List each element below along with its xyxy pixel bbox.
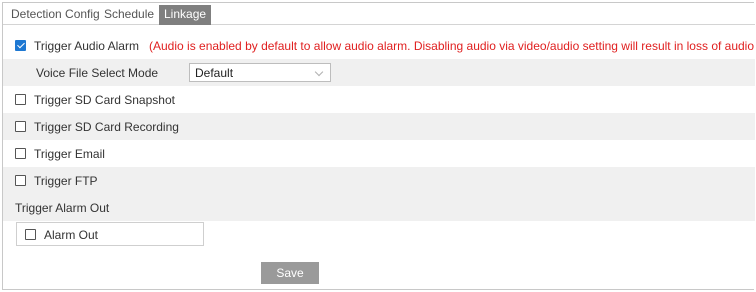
tab-bar: Detection Config Schedule Linkage xyxy=(3,3,755,25)
alarm-out-section-row: Trigger Alarm Out xyxy=(3,194,755,221)
ftp-row: Trigger FTP xyxy=(3,167,755,194)
alarm-out-label: Alarm Out xyxy=(44,228,99,242)
trigger-audio-alarm-label: Trigger Audio Alarm xyxy=(34,39,139,53)
tab-detection-config[interactable]: Detection Config xyxy=(11,5,100,24)
voice-file-label: Voice File Select Mode xyxy=(36,66,159,80)
sd-snapshot-checkbox[interactable] xyxy=(15,94,26,105)
sd-recording-label: Trigger SD Card Recording xyxy=(34,120,179,134)
alarm-out-checkbox[interactable] xyxy=(25,229,36,240)
ftp-checkbox[interactable] xyxy=(15,175,26,186)
sd-recording-row: Trigger SD Card Recording xyxy=(3,113,755,140)
email-checkbox[interactable] xyxy=(15,148,26,159)
trigger-audio-alarm-checkbox[interactable] xyxy=(15,40,26,51)
chevron-down-icon xyxy=(314,67,324,77)
save-button[interactable]: Save xyxy=(261,262,319,284)
tab-linkage[interactable]: Linkage xyxy=(159,5,212,25)
voice-file-select-value: Default xyxy=(195,66,234,80)
audio-warning-note: (Audio is enabled by default to allow au… xyxy=(149,39,756,53)
voice-file-row: Voice File Select Mode Default xyxy=(3,59,755,86)
email-label: Trigger Email xyxy=(34,147,105,161)
alarm-out-section-label: Trigger Alarm Out xyxy=(15,201,110,215)
ftp-label: Trigger FTP xyxy=(34,174,98,188)
sd-snapshot-label: Trigger SD Card Snapshot xyxy=(34,93,175,107)
email-row: Trigger Email xyxy=(3,140,755,167)
tab-schedule[interactable]: Schedule xyxy=(104,5,154,24)
trigger-audio-alarm-row: Trigger Audio Alarm (Audio is enabled by… xyxy=(3,32,756,59)
linkage-panel: Detection Config Schedule Linkage Trigge… xyxy=(2,2,756,290)
alarm-out-box: Alarm Out xyxy=(16,222,204,246)
sd-recording-checkbox[interactable] xyxy=(15,121,26,132)
sd-snapshot-row: Trigger SD Card Snapshot xyxy=(3,86,755,113)
voice-file-select[interactable]: Default xyxy=(189,63,331,82)
